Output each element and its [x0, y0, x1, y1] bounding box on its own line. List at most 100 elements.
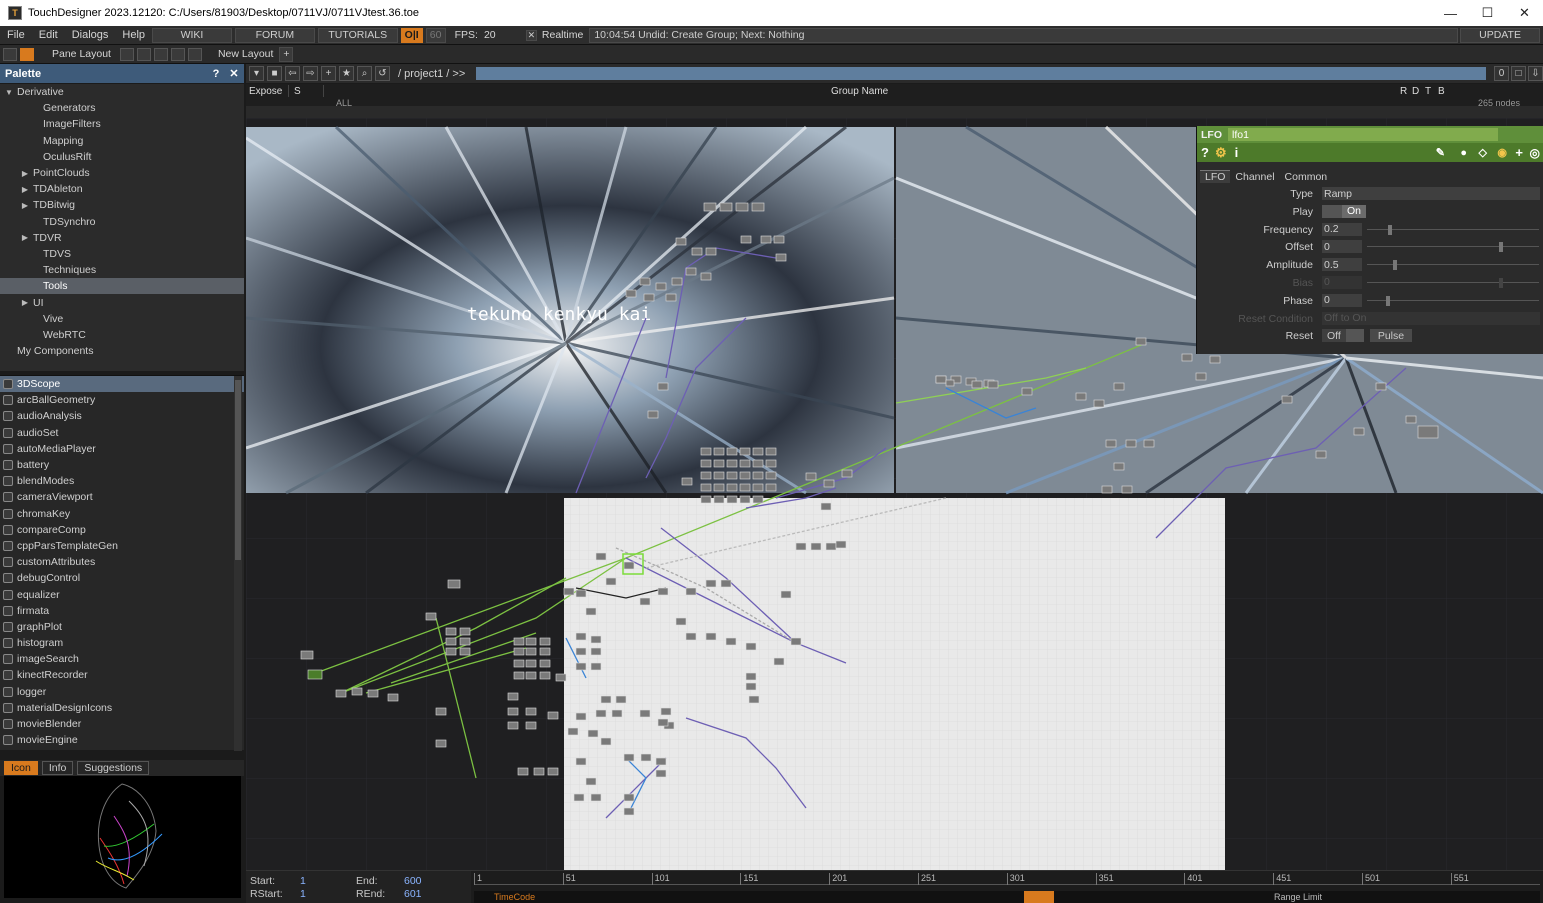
path-field[interactable]: [476, 67, 1486, 80]
palette-tree-item[interactable]: ▶ PointClouds: [0, 165, 244, 181]
palette-tree-item[interactable]: TDVS: [0, 246, 244, 262]
oi-toggle[interactable]: O|I: [400, 27, 423, 43]
component-item[interactable]: graphPlot: [0, 619, 244, 635]
realtime-checkbox[interactable]: ✕: [525, 29, 537, 41]
layout-vsplit-icon[interactable]: [136, 47, 151, 61]
back-icon[interactable]: ⇦: [285, 66, 300, 81]
maximize-pane-icon[interactable]: □: [1511, 66, 1526, 81]
param-toggle[interactable]: On: [1322, 204, 1367, 218]
pane-icon[interactable]: [3, 47, 17, 61]
param-slider[interactable]: [1367, 295, 1539, 306]
counter-box[interactable]: 0: [1494, 66, 1509, 81]
palette-tree-item[interactable]: ▶ TDBitwig: [0, 197, 244, 213]
component-item[interactable]: equalizer: [0, 586, 244, 602]
palette-help-button[interactable]: ?: [208, 66, 224, 81]
toggle-off-segment[interactable]: [1322, 204, 1342, 218]
search-icon[interactable]: ⌕: [357, 66, 372, 81]
palette-tree-item[interactable]: Techniques: [0, 262, 244, 278]
fps-target[interactable]: 60: [425, 27, 446, 43]
palette-tree-item[interactable]: ▶ TDVR: [0, 230, 244, 246]
pane-menu-icon[interactable]: ⇩: [1528, 66, 1543, 81]
layout-hsplit-icon[interactable]: [153, 47, 168, 61]
palette-tree-item[interactable]: OculusRift: [0, 149, 244, 165]
timeline-ruler[interactable]: 1 51 101 151 201 251 301 351 401 451 501 551: [474, 873, 1540, 885]
menu-edit[interactable]: Edit: [32, 29, 65, 41]
component-item[interactable]: cppParsTemplateGen: [0, 538, 244, 554]
expand-right-icon[interactable]: ▶: [20, 169, 30, 178]
forum-button[interactable]: FORUM: [234, 27, 315, 43]
comment-icon[interactable]: ●: [1460, 147, 1467, 159]
component-item[interactable]: kinectRecorder: [0, 667, 244, 683]
expand-right-icon[interactable]: ▶: [20, 233, 30, 242]
palette-tree-item[interactable]: TDSynchro: [0, 214, 244, 230]
palette-tree-item[interactable]: My Components: [0, 343, 244, 359]
minimize-button[interactable]: —: [1432, 0, 1469, 26]
reset-off-toggle[interactable]: Off: [1322, 329, 1346, 343]
pulse-button[interactable]: Pulse: [1369, 329, 1413, 343]
menu-file[interactable]: File: [0, 29, 32, 41]
tab-suggestions[interactable]: Suggestions: [77, 761, 150, 775]
menu-help[interactable]: Help: [115, 29, 152, 41]
network-path[interactable]: / project1 / >>: [398, 68, 465, 80]
component-item[interactable]: materialDesignIcons: [0, 700, 244, 716]
component-item[interactable]: blendModes: [0, 473, 244, 489]
param-value-field[interactable]: 0: [1322, 293, 1362, 307]
info-icon[interactable]: i: [1235, 145, 1239, 160]
layout-single-icon[interactable]: [119, 47, 134, 61]
param-reset[interactable]: Off Pulse: [1322, 329, 1413, 343]
timecode-label[interactable]: TimeCode: [494, 892, 535, 902]
component-item[interactable]: audioAnalysis: [0, 408, 244, 424]
slider-knob[interactable]: [1387, 224, 1392, 235]
rstart-value[interactable]: 1: [300, 888, 306, 900]
download-icon[interactable]: [20, 47, 34, 61]
star-icon[interactable]: ★: [339, 66, 354, 81]
add-icon[interactable]: +: [321, 66, 336, 81]
expand-right-icon[interactable]: ▶: [20, 298, 30, 307]
component-item[interactable]: movieEngine: [0, 732, 244, 748]
tutorials-button[interactable]: TUTORIALS: [317, 27, 398, 43]
param-value-field[interactable]: 0: [1322, 240, 1362, 254]
dropdown-icon[interactable]: ▾: [249, 66, 264, 81]
stop-icon[interactable]: ■: [267, 66, 282, 81]
target-icon[interactable]: ◎: [1530, 146, 1540, 160]
component-item[interactable]: imageSearch: [0, 651, 244, 667]
component-item[interactable]: customAttributes: [0, 554, 244, 570]
toggle-on-segment[interactable]: On: [1342, 204, 1367, 218]
wiki-button[interactable]: WIKI: [152, 27, 232, 43]
tag-icon[interactable]: ◇: [1479, 146, 1487, 159]
component-item[interactable]: movieBlender: [0, 716, 244, 732]
expand-down-icon[interactable]: ▼: [4, 88, 14, 97]
palette-tree-item[interactable]: Mapping: [0, 133, 244, 149]
expand-right-icon[interactable]: ▶: [20, 201, 30, 210]
palette-tree-item[interactable]: Generators: [0, 100, 244, 116]
component-item[interactable]: debugControl: [0, 570, 244, 586]
expand-right-icon[interactable]: ▶: [20, 185, 30, 194]
play-button[interactable]: [1024, 891, 1054, 903]
component-list-scrollbar[interactable]: [234, 376, 242, 751]
palette-tree-item[interactable]: ▼ Derivative: [0, 84, 244, 100]
slider-knob[interactable]: [1392, 260, 1397, 271]
menu-dialogs[interactable]: Dialogs: [65, 29, 116, 41]
close-window-button[interactable]: ✕: [1506, 0, 1543, 26]
component-item[interactable]: audioSet: [0, 425, 244, 441]
palette-close-button[interactable]: ✕: [226, 66, 242, 81]
layout-triple-icon[interactable]: [170, 47, 185, 61]
palette-tree-item[interactable]: Vive: [0, 311, 244, 327]
palette-tree-item[interactable]: ▶ TDAbleton: [0, 181, 244, 197]
forward-icon[interactable]: ⇨: [303, 66, 318, 81]
param-menu[interactable]: Ramp: [1322, 187, 1540, 200]
palette-tree-item[interactable]: Tools: [0, 278, 244, 295]
maximize-button[interactable]: ☐: [1469, 0, 1506, 26]
param-slider[interactable]: [1367, 224, 1539, 235]
component-item[interactable]: battery: [0, 457, 244, 473]
component-item[interactable]: chromaKey: [0, 506, 244, 522]
refresh-icon[interactable]: ↺: [375, 66, 390, 81]
param-value-field[interactable]: 0: [1322, 275, 1362, 289]
component-item[interactable]: histogram: [0, 635, 244, 651]
param-value-field[interactable]: 0.5: [1322, 258, 1362, 272]
param-slider[interactable]: [1367, 242, 1539, 253]
tab-info[interactable]: Info: [41, 761, 74, 775]
slider-knob[interactable]: [1499, 277, 1504, 288]
tab-lfo[interactable]: LFO: [1200, 170, 1231, 183]
palette-tree-item[interactable]: WebRTC: [0, 327, 244, 343]
